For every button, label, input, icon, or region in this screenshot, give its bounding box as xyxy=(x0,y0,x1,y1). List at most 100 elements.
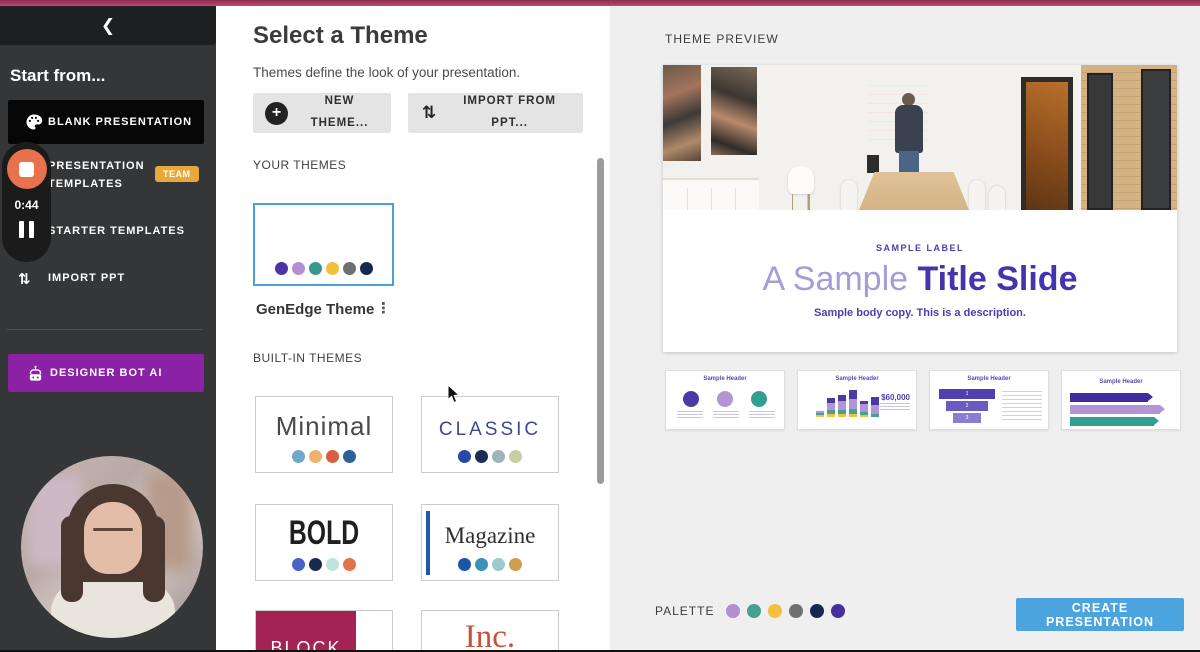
start-from-heading: Start from... xyxy=(10,66,105,86)
select-theme-panel: Select a Theme Themes define the look of… xyxy=(216,6,610,652)
new-theme-label: NEW THEME... xyxy=(288,91,391,135)
preview-photo xyxy=(663,65,1177,210)
preview-slide: SAMPLE LABEL A Sample Title Slide Sample… xyxy=(663,65,1177,352)
import-arrows-icon: ⇅ xyxy=(422,103,436,123)
block-color-rect: BLOCK xyxy=(256,611,356,652)
panel-subtitle: Themes define the look of your presentat… xyxy=(253,65,520,80)
chair xyxy=(989,186,1005,210)
slide-thumbnail-icons[interactable]: Sample Header xyxy=(665,370,785,430)
sidebar-item-label: IMPORT PPT xyxy=(48,272,125,284)
panel-title: Select a Theme xyxy=(253,22,428,50)
theme-card-minimal[interactable]: Minimal xyxy=(255,396,393,473)
team-badge: TEAM xyxy=(155,166,199,182)
open-door xyxy=(1021,77,1073,210)
sidebar-item-blank-presentation[interactable]: BLANK PRESENTATION xyxy=(8,100,204,144)
sidebar: ❮ Start from... BLANK PRESENTATION PRESE… xyxy=(0,6,216,650)
mini-bar-chart xyxy=(816,390,879,417)
title-light-part: A Sample xyxy=(763,260,918,298)
presenter-hair xyxy=(61,516,83,602)
theme-card-block[interactable]: BLOCK xyxy=(255,610,393,652)
theme-color-dots xyxy=(255,262,392,275)
theme-color-dots xyxy=(256,558,392,571)
genedge-theme-name: GenEdge Theme xyxy=(256,301,374,318)
door xyxy=(1087,73,1113,210)
create-presentation-button[interactable]: CREATE PRESENTATION xyxy=(1016,598,1184,631)
sidebar-item-label: BLANK PRESENTATION xyxy=(48,116,192,128)
title-bold-part: Title Slide xyxy=(918,260,1078,298)
mini-funnel: 1 2 3 xyxy=(938,389,996,425)
painting xyxy=(663,65,701,161)
sample-title: A Sample Title Slide xyxy=(663,260,1177,299)
back-chevron-icon[interactable]: ❮ xyxy=(101,17,115,34)
sidebar-header: ❮ xyxy=(0,6,216,45)
theme-card-bold[interactable]: BOLD xyxy=(255,504,393,581)
chair xyxy=(786,166,816,210)
mouse-cursor xyxy=(447,384,461,404)
palette-label: PALETTE xyxy=(655,604,714,618)
webcam-video-feed xyxy=(21,456,203,638)
slide-thumbnail-funnel[interactable]: Sample Header 1 2 3 xyxy=(929,370,1049,430)
theme-card-magazine[interactable]: Magazine xyxy=(421,504,559,581)
thumb-header: Sample Header xyxy=(930,376,1048,382)
chart-callout-value: $60,000 xyxy=(881,393,910,402)
scrollbar-thumb[interactable] xyxy=(597,158,604,484)
painting xyxy=(711,67,757,155)
chair xyxy=(841,180,857,210)
door xyxy=(1141,69,1171,210)
slide-thumbnail-arrows[interactable]: Sample Header xyxy=(1061,370,1181,430)
caption-lines xyxy=(1002,391,1042,423)
import-ppt-label: IMPORT FROM PPT... xyxy=(436,91,583,135)
stop-recording-button[interactable] xyxy=(7,149,47,189)
sidebar-divider xyxy=(7,329,203,330)
shelf xyxy=(663,178,759,210)
theme-card-classic[interactable]: CLASSIC xyxy=(421,396,559,473)
your-themes-label: YOUR THEMES xyxy=(253,158,346,172)
theme-name: BOLD xyxy=(270,513,379,553)
sample-label: SAMPLE LABEL xyxy=(663,243,1177,253)
icon-circles xyxy=(666,391,784,407)
palette-color-dots xyxy=(726,604,845,618)
presenter-brow xyxy=(93,528,133,531)
theme-color-dots xyxy=(256,450,392,463)
theme-color-dots xyxy=(422,450,558,463)
sidebar-item-import-ppt[interactable]: IMPORT PPT xyxy=(8,272,204,284)
sample-body-copy: Sample body copy. This is a description. xyxy=(663,307,1177,319)
recording-controls: 0:44 xyxy=(2,142,51,262)
pause-recording-button[interactable] xyxy=(19,221,34,238)
caption-lines xyxy=(713,411,739,418)
theme-name: CLASSIC xyxy=(422,419,558,441)
theme-name: Magazine xyxy=(422,523,558,549)
meeting-table xyxy=(859,172,969,210)
chair xyxy=(969,180,985,210)
theme-preview-panel: THEME PREVIEW SAMPLE LABEL A Sample Titl… xyxy=(610,6,1200,652)
theme-name: Inc. xyxy=(422,619,558,652)
theme-card-genedge[interactable] xyxy=(253,203,394,286)
theme-card-inc[interactable]: Inc. xyxy=(421,610,559,652)
thumb-header: Sample Header xyxy=(1062,379,1180,385)
robot-icon xyxy=(20,365,50,382)
builtin-themes-label: BUILT-IN THEMES xyxy=(253,351,362,365)
sidebar-item-label: STARTER TEMPLATES xyxy=(48,225,185,237)
palette-icon xyxy=(20,113,48,131)
theme-color-dots xyxy=(422,558,558,571)
theme-name: Minimal xyxy=(256,411,392,442)
speaker-box xyxy=(867,155,879,173)
mini-arrow-list xyxy=(1070,393,1174,429)
presenter-hair xyxy=(143,516,165,602)
designer-bot-ai-button[interactable]: DESIGNER BOT AI xyxy=(8,354,204,392)
caption-lines xyxy=(749,411,775,418)
stop-icon xyxy=(19,162,34,177)
import-from-ppt-button[interactable]: ⇅ IMPORT FROM PPT... xyxy=(408,93,583,133)
caption-lines xyxy=(677,411,703,418)
presenter-face xyxy=(84,502,142,574)
thumb-header: Sample Header xyxy=(798,376,916,382)
caption-lines xyxy=(880,403,910,411)
thumb-header: Sample Header xyxy=(666,376,784,382)
palette-row: PALETTE xyxy=(655,604,845,618)
kebab-menu-icon[interactable]: ⋮ xyxy=(376,299,391,317)
recording-timer: 0:44 xyxy=(14,198,38,212)
slide-thumbnail-chart[interactable]: Sample Header $60,000 xyxy=(797,370,917,430)
new-theme-button[interactable]: + NEW THEME... xyxy=(253,93,391,133)
designer-bot-label: DESIGNER BOT AI xyxy=(50,367,162,379)
theme-preview-label: THEME PREVIEW xyxy=(665,32,779,46)
